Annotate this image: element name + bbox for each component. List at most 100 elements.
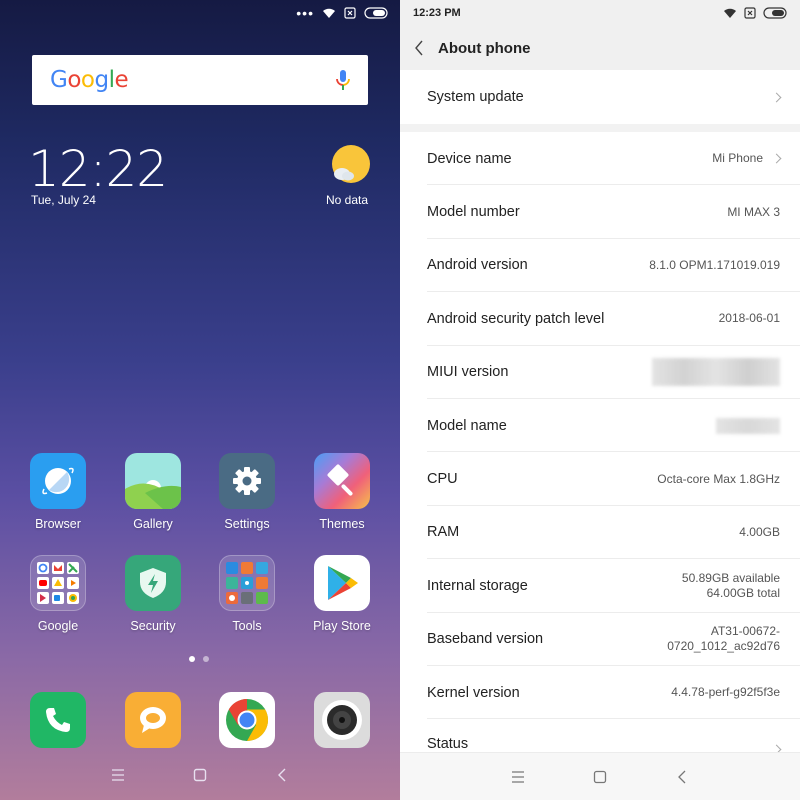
google-folder-icon <box>30 555 86 611</box>
clock-date: Tue, July 24 <box>31 193 96 207</box>
row-label: Baseband version <box>427 631 544 648</box>
home-icon[interactable] <box>593 770 607 784</box>
nav-bar <box>400 752 800 800</box>
google-logo-letter: o <box>80 67 95 93</box>
dock-messaging[interactable] <box>113 692 193 748</box>
sun-cloud-icon[interactable] <box>330 145 370 185</box>
status-bar: ••• <box>0 0 400 26</box>
security-shield-icon <box>125 555 181 611</box>
row-label: MIUI version <box>427 364 509 381</box>
app-label: Security <box>130 619 176 633</box>
row-value: 2018-06-01 <box>718 311 780 326</box>
app-security[interactable]: Security <box>113 555 193 633</box>
google-logo: Google <box>50 67 129 93</box>
wifi-icon <box>724 8 736 18</box>
app-label: Play Store <box>313 619 371 633</box>
google-logo-letter: g <box>94 67 109 93</box>
chrome-icon <box>219 692 275 748</box>
wifi-icon <box>323 8 335 18</box>
row-value: Octa-core Max 1.8GHz <box>657 471 780 486</box>
clock-time[interactable]: 12:22 <box>28 140 168 198</box>
app-settings[interactable]: Settings <box>207 453 287 531</box>
dock-camera[interactable] <box>302 692 382 748</box>
battery-icon <box>364 7 388 19</box>
row-value-line2: 0720_1012_ac92d76 <box>667 639 780 654</box>
row-miui-version[interactable]: MIUI version <box>400 346 800 400</box>
battery-icon <box>763 7 787 19</box>
row-model-name[interactable]: Model name <box>400 399 800 453</box>
row-label: Android version <box>427 257 528 274</box>
google-logo-letter: e <box>114 67 129 93</box>
about-phone-screen: 12:23 PM About phone System update Devic… <box>400 0 800 800</box>
menu-icon[interactable] <box>111 768 125 782</box>
row-kernel-version[interactable]: Kernel version 4.4.78-perf-g92f5f3e <box>400 666 800 720</box>
app-browser[interactable]: Browser <box>18 453 98 531</box>
google-logo-letter: o <box>67 67 81 93</box>
row-system-update[interactable]: System update <box>400 70 800 124</box>
google-search-bar[interactable]: Google <box>32 55 368 105</box>
row-model-number[interactable]: Model number MI MAX 3 <box>400 185 800 240</box>
section-divider <box>400 124 800 132</box>
themes-brush-icon <box>314 453 370 509</box>
dock-phone[interactable] <box>18 692 98 748</box>
app-gallery[interactable]: Gallery <box>113 453 193 531</box>
row-internal-storage[interactable]: Internal storage 50.89GB available 64.00… <box>400 559 800 613</box>
back-icon[interactable] <box>275 768 289 782</box>
row-label: RAM <box>427 524 460 541</box>
row-value: 8.1.0 OPM1.171019.019 <box>649 257 780 272</box>
row-value: 4.00GB <box>739 524 780 539</box>
home-screen: ••• Google 12:22 Tue, July 24 No data Br… <box>0 0 400 800</box>
row-android-version[interactable]: Android version 8.1.0 OPM1.171019.019 <box>400 239 800 293</box>
device-info-group: Device name Mi Phone Model number MI MAX… <box>400 132 800 773</box>
messaging-icon <box>125 692 181 748</box>
row-value: 4.4.78-perf-g92f5f3e <box>671 685 780 700</box>
row-value: MI MAX 3 <box>727 204 780 219</box>
tools-folder-icon <box>219 555 275 611</box>
app-themes[interactable]: Themes <box>302 453 382 531</box>
row-value-line2: 64.00GB total <box>706 585 780 600</box>
app-folder-tools[interactable]: Tools <box>207 555 287 633</box>
app-play-store[interactable]: Play Store <box>302 555 382 633</box>
app-label: Themes <box>319 517 365 531</box>
app-folder-google[interactable]: Google <box>18 555 98 633</box>
row-security-patch[interactable]: Android security patch level 2018-06-01 <box>400 292 800 346</box>
app-label: Settings <box>224 517 270 531</box>
google-logo-letter: G <box>50 67 68 93</box>
app-label: Browser <box>35 517 81 531</box>
status-time: 12:23 PM <box>413 7 461 19</box>
chevron-right-icon <box>771 153 782 164</box>
row-device-name[interactable]: Device name Mi Phone <box>400 132 800 186</box>
weather-label: No data <box>326 193 369 207</box>
back-icon[interactable] <box>675 770 689 784</box>
row-ram[interactable]: RAM 4.00GB <box>400 506 800 560</box>
row-label: Status <box>427 736 469 753</box>
home-icon[interactable] <box>193 768 207 782</box>
play-store-icon <box>314 555 370 611</box>
app-label: Google <box>37 619 79 633</box>
browser-icon <box>30 453 86 509</box>
status-bar: 12:23 PM <box>400 0 800 26</box>
no-sim-icon <box>344 7 356 19</box>
page-indicator <box>189 656 209 662</box>
dock-chrome[interactable] <box>207 692 287 748</box>
camera-icon <box>314 692 370 748</box>
page-dot[interactable] <box>203 656 209 662</box>
settings-gear-icon <box>219 453 275 509</box>
redacted-value <box>716 417 780 434</box>
row-label: Device name <box>427 150 512 167</box>
row-value: Mi Phone <box>712 151 763 166</box>
page-dot-active[interactable] <box>189 656 195 662</box>
mic-icon[interactable] <box>336 69 350 91</box>
back-arrow-icon[interactable] <box>414 40 424 56</box>
row-cpu[interactable]: CPU Octa-core Max 1.8GHz <box>400 452 800 507</box>
nav-bar <box>0 750 400 800</box>
chevron-right-icon <box>771 92 782 102</box>
row-baseband-version[interactable]: Baseband version AT31-00672- 0720_1012_a… <box>400 613 800 667</box>
redacted-value <box>652 358 780 387</box>
app-label: Tools <box>232 619 262 633</box>
row-label: Kernel version <box>427 684 520 701</box>
gallery-icon <box>125 453 181 509</box>
menu-icon[interactable] <box>511 770 525 784</box>
system-update-group: System update <box>400 70 800 124</box>
phone-icon <box>30 692 86 748</box>
